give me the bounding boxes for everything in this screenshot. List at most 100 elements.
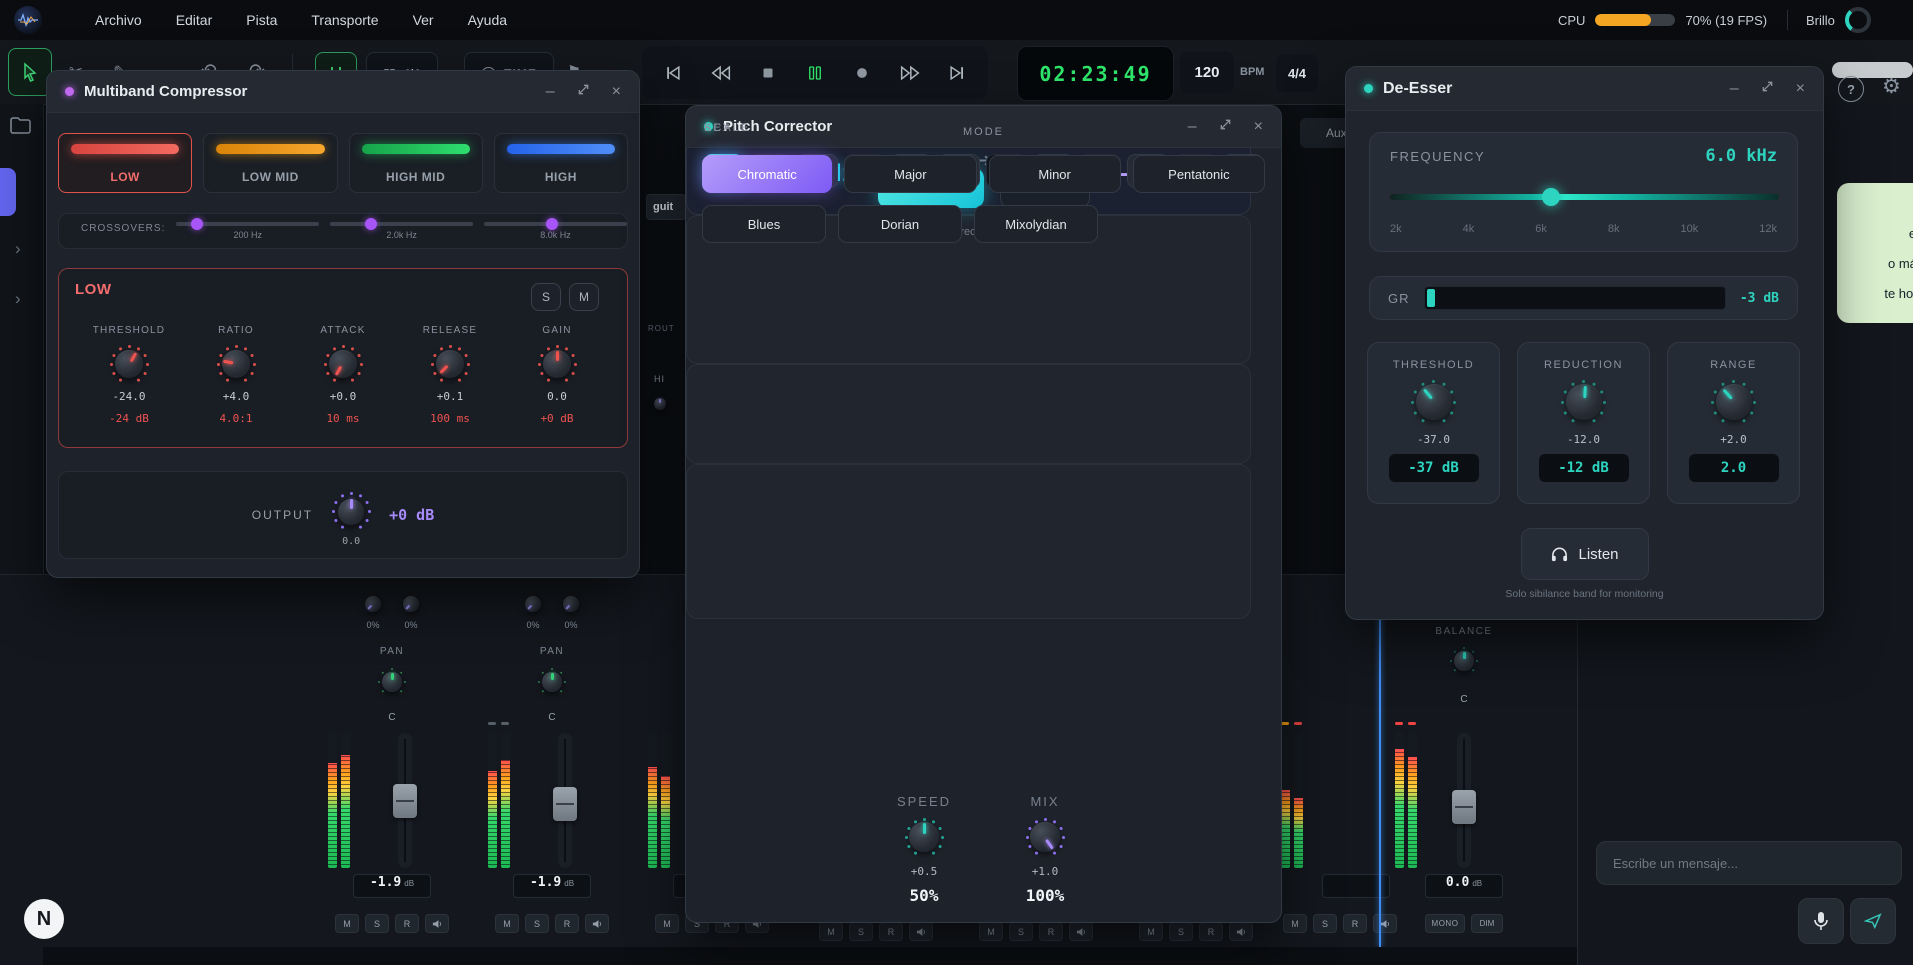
- bpm-value[interactable]: 120: [1180, 52, 1234, 93]
- send-knob[interactable]: [561, 594, 581, 614]
- mute-button[interactable]: M: [655, 914, 679, 933]
- record-arm-button[interactable]: R: [879, 922, 903, 941]
- mute-band-button[interactable]: M: [569, 283, 599, 311]
- mute-button[interactable]: M: [335, 914, 359, 933]
- send-button[interactable]: [1850, 898, 1896, 944]
- record-arm-button[interactable]: R: [1343, 914, 1367, 933]
- maximize-icon[interactable]: [1761, 80, 1774, 97]
- maximize-icon[interactable]: [577, 83, 590, 100]
- help-button[interactable]: ?: [1838, 76, 1864, 102]
- mono-button[interactable]: MONO: [1425, 914, 1465, 933]
- send-knob[interactable]: [523, 594, 543, 614]
- menu-transporte[interactable]: Transporte: [311, 12, 378, 28]
- deesser-range-knob[interactable]: [1711, 379, 1757, 425]
- deesser-threshold-knob[interactable]: [1411, 379, 1457, 425]
- skip-start-button[interactable]: [657, 57, 689, 89]
- pan-knob[interactable]: [539, 669, 565, 695]
- record-button[interactable]: [846, 57, 878, 89]
- close-icon[interactable]: ×: [612, 84, 621, 100]
- chat-message-input[interactable]: [1596, 841, 1902, 885]
- scale-pentatonic-button[interactable]: Pentatonic: [1133, 155, 1265, 193]
- solo-button[interactable]: S: [365, 914, 389, 933]
- volume-fader[interactable]: [558, 733, 572, 868]
- skip-end-button[interactable]: [941, 57, 973, 89]
- scale-major-button[interactable]: Major: [844, 155, 976, 193]
- deesser-reduction-knob[interactable]: [1561, 379, 1607, 425]
- speaker-button[interactable]: [909, 922, 933, 941]
- pan-knob[interactable]: [379, 669, 405, 695]
- crossover-slider-2[interactable]: 2.0k Hz: [330, 222, 473, 240]
- mute-button[interactable]: M: [1139, 922, 1163, 941]
- send-knob[interactable]: [363, 594, 383, 614]
- time-signature[interactable]: 4/4: [1276, 54, 1318, 92]
- gain-knob[interactable]: [538, 345, 576, 383]
- minimize-icon[interactable]: –: [1730, 81, 1739, 97]
- minimize-icon[interactable]: –: [546, 84, 555, 100]
- scale-chromatic-button[interactable]: Chromatic: [702, 155, 832, 193]
- rack-knob[interactable]: [652, 396, 668, 412]
- menu-pista[interactable]: Pista: [246, 12, 277, 28]
- compressor-window-header[interactable]: Multiband Compressor – ×: [47, 71, 639, 113]
- menu-ayuda[interactable]: Ayuda: [468, 12, 507, 28]
- band-tab-highmid[interactable]: HIGH MID: [349, 133, 483, 193]
- folder-icon[interactable]: [10, 116, 32, 134]
- solo-button[interactable]: S: [525, 914, 549, 933]
- solo-button[interactable]: S: [1313, 914, 1337, 933]
- volume-fader[interactable]: [398, 733, 412, 868]
- brightness-knob[interactable]: [1845, 7, 1871, 33]
- send-knob[interactable]: [401, 594, 421, 614]
- speed-knob[interactable]: [904, 817, 944, 857]
- menu-ver[interactable]: Ver: [413, 12, 434, 28]
- menu-archivo[interactable]: Archivo: [95, 12, 142, 28]
- ratio-knob[interactable]: [217, 345, 255, 383]
- stop-button[interactable]: [752, 57, 784, 89]
- solo-band-button[interactable]: S: [531, 283, 561, 311]
- release-knob[interactable]: [431, 345, 469, 383]
- pause-button[interactable]: [799, 57, 831, 89]
- record-arm-button[interactable]: R: [1039, 922, 1063, 941]
- threshold-knob[interactable]: [110, 345, 148, 383]
- band-tab-high[interactable]: HIGH: [494, 133, 628, 193]
- mute-button[interactable]: M: [495, 914, 519, 933]
- mute-button[interactable]: M: [1283, 914, 1307, 933]
- app-logo-icon[interactable]: [14, 6, 42, 34]
- speaker-button[interactable]: [425, 914, 449, 933]
- scale-minor-button[interactable]: Minor: [989, 155, 1121, 193]
- settings-gear-icon[interactable]: ⚙: [1882, 74, 1901, 99]
- band-tab-low[interactable]: LOW: [58, 133, 192, 193]
- record-arm-button[interactable]: R: [555, 914, 579, 933]
- rail-chevron-1[interactable]: ›: [15, 239, 21, 259]
- attack-knob[interactable]: [324, 345, 362, 383]
- mute-button[interactable]: M: [979, 922, 1003, 941]
- solo-button[interactable]: S: [1009, 922, 1033, 941]
- scale-mixolydian-button[interactable]: Mixolydian: [974, 205, 1098, 243]
- mute-button[interactable]: M: [819, 922, 843, 941]
- speaker-button[interactable]: [585, 914, 609, 933]
- mix-knob[interactable]: [1025, 817, 1065, 857]
- deesser-window-header[interactable]: De-Esser – ×: [1346, 67, 1823, 111]
- balance-knob[interactable]: [1451, 648, 1477, 674]
- scale-dorian-button[interactable]: Dorian: [838, 205, 962, 243]
- speaker-button[interactable]: [1229, 922, 1253, 941]
- guitar-track-chip[interactable]: guit: [646, 194, 686, 220]
- dim-button[interactable]: DIM: [1471, 914, 1503, 933]
- menu-editar[interactable]: Editar: [176, 12, 213, 28]
- mic-button[interactable]: [1798, 898, 1844, 944]
- frequency-slider-thumb[interactable]: [1542, 188, 1560, 206]
- rail-chevron-2[interactable]: ›: [15, 289, 21, 309]
- speaker-button[interactable]: [1069, 922, 1093, 941]
- record-arm-button[interactable]: R: [395, 914, 419, 933]
- listen-button[interactable]: Listen: [1521, 528, 1649, 580]
- master-fader[interactable]: [1457, 733, 1471, 868]
- frequency-slider[interactable]: [1390, 187, 1779, 207]
- scale-blues-button[interactable]: Blues: [702, 205, 826, 243]
- close-icon[interactable]: ×: [1796, 81, 1805, 97]
- solo-button[interactable]: S: [1169, 922, 1193, 941]
- solo-button[interactable]: S: [849, 922, 873, 941]
- band-tab-lowmid[interactable]: LOW MID: [203, 133, 337, 193]
- crossover-slider-1[interactable]: 200 Hz: [176, 222, 319, 240]
- rewind-button[interactable]: [705, 57, 737, 89]
- output-knob[interactable]: [333, 494, 369, 530]
- record-arm-button[interactable]: R: [1199, 922, 1223, 941]
- fast-forward-button[interactable]: [894, 57, 926, 89]
